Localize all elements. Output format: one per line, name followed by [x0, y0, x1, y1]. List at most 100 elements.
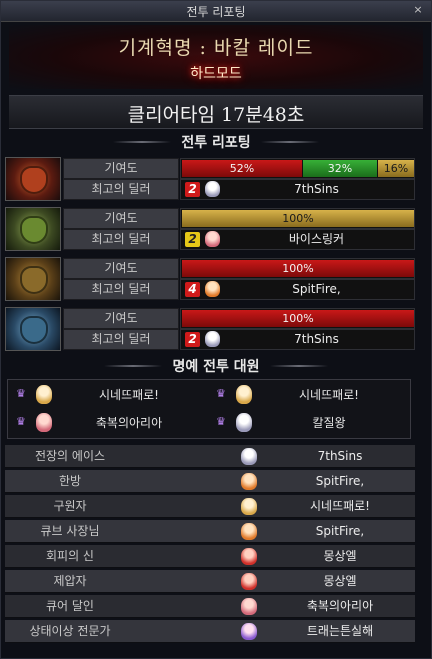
- award-row[interactable]: 상태이상 전문가 트래는튼실해: [5, 620, 415, 643]
- member-name: 축복의아리아: [95, 416, 163, 430]
- character-avatar: [241, 573, 257, 590]
- boss-phase-portrait: [5, 207, 61, 251]
- dealer-name: 7thSins: [294, 332, 339, 346]
- contribution-bar: 52% 32% 16%: [180, 158, 415, 179]
- contribution-segment: 100%: [182, 210, 414, 227]
- award-player: 시네뜨패로!: [309, 499, 370, 513]
- character-avatar: [241, 548, 257, 565]
- party-row: 기여도 100% 최고의 딜러 4 SpitFire,: [5, 257, 415, 303]
- award-row[interactable]: 제압자 몽상엘: [5, 570, 415, 593]
- window-title: 전투 리포팅: [186, 5, 246, 19]
- character-avatar: [36, 385, 52, 404]
- award-row[interactable]: 구원자 시네뜨패로!: [5, 495, 415, 518]
- boss-phase-portrait: [5, 307, 61, 351]
- ornament-right: [260, 140, 319, 143]
- best-dealer-cell: 2 7thSins: [180, 329, 415, 350]
- character-avatar: [205, 331, 220, 347]
- award-title: 회피의 신: [46, 549, 94, 563]
- difficulty-label: 하드모드: [190, 66, 242, 82]
- character-avatar: [205, 231, 220, 247]
- award-player: SpitFire,: [315, 474, 365, 488]
- honor-members-panel: ♛ 시네뜨패로! ♛ 시네뜨패로! ♛ 축복의아리아 ♛ 칼질왕: [7, 379, 411, 439]
- portrait-face: [20, 216, 48, 244]
- award-title: 구원자: [53, 499, 87, 513]
- crown-icon: ♛: [16, 387, 26, 400]
- contribution-segment: 32%: [303, 160, 377, 177]
- party-row: 기여도 100% 최고의 딜러 2 7thSins: [5, 307, 415, 353]
- character-avatar: [236, 413, 252, 432]
- award-row[interactable]: 큐어 달인 축복의아리아: [5, 595, 415, 618]
- title-bar[interactable]: 전투 리포팅 ×: [1, 1, 431, 22]
- boss-phase-portrait: [5, 157, 61, 201]
- award-player: 몽상엘: [323, 549, 357, 563]
- character-avatar: [36, 413, 52, 432]
- character-avatar: [241, 498, 257, 515]
- member-name: 시네뜨패로!: [98, 388, 159, 402]
- party-number-badge: 4: [185, 282, 200, 297]
- award-player: 7thSins: [317, 449, 363, 463]
- member-name: 시네뜨패로!: [298, 388, 359, 402]
- contribution-segment: 100%: [182, 260, 414, 277]
- character-avatar: [241, 448, 257, 465]
- portrait-face: [20, 316, 48, 344]
- award-player: 트래는튼실해: [306, 624, 374, 638]
- dealer-name: 바이스링커: [288, 232, 345, 246]
- contribution-label: 기여도: [63, 258, 179, 279]
- contribution-segment: 100%: [182, 310, 414, 327]
- award-row[interactable]: 큐브 사장님 SpitFire,: [5, 520, 415, 543]
- award-title: 큐어 달인: [46, 599, 94, 613]
- crown-icon: ♛: [16, 415, 26, 428]
- character-avatar: [205, 181, 220, 197]
- best-dealer-label: 최고의 딜러: [63, 229, 179, 250]
- character-avatar: [241, 523, 257, 540]
- portrait-face: [20, 166, 48, 194]
- raid-title: 기계혁명 : 바칼 레이드: [118, 37, 314, 59]
- contribution-label: 기여도: [63, 308, 179, 329]
- award-title: 한방: [58, 474, 82, 488]
- raid-header: 기계혁명 : 바칼 레이드 하드모드: [9, 25, 423, 89]
- award-row[interactable]: 전장의 에이스 7thSins: [5, 445, 415, 468]
- crown-icon: ♛: [216, 415, 226, 428]
- best-dealer-cell: 2 7thSins: [180, 179, 415, 200]
- honor-member[interactable]: ♛ 시네뜨패로!: [10, 383, 206, 407]
- honor-member[interactable]: ♛ 축복의아리아: [10, 411, 206, 435]
- award-title: 상태이상 전문가: [29, 624, 111, 638]
- contribution-label: 기여도: [63, 208, 179, 229]
- award-title: 큐브 사장님: [40, 524, 100, 538]
- party-number-badge: 2: [185, 182, 200, 197]
- close-icon[interactable]: ×: [411, 3, 425, 17]
- character-avatar: [205, 281, 220, 297]
- honor-member[interactable]: ♛ 시네뜨패로!: [210, 383, 406, 407]
- section-title: 명예 전투 대원: [172, 359, 260, 375]
- contribution-label: 기여도: [63, 158, 179, 179]
- award-row[interactable]: 회피의 신 몽상엘: [5, 545, 415, 568]
- award-player: 몽상엘: [323, 574, 357, 588]
- member-name: 칼질왕: [312, 416, 346, 430]
- character-avatar: [241, 623, 257, 640]
- contribution-bar: 100%: [180, 208, 415, 229]
- award-row[interactable]: 한방 SpitFire,: [5, 470, 415, 493]
- award-player: SpitFire,: [315, 524, 365, 538]
- party-number-badge: 2: [185, 232, 200, 247]
- honor-member[interactable]: ♛ 칼질왕: [210, 411, 406, 435]
- ornament-left: [104, 364, 163, 367]
- ornament-left: [113, 140, 172, 143]
- contribution-bar: 100%: [180, 258, 415, 279]
- award-player: 축복의아리아: [306, 599, 374, 613]
- dealer-name: 7thSins: [294, 182, 339, 196]
- boss-phase-portrait: [5, 257, 61, 301]
- award-title: 제압자: [53, 574, 87, 588]
- portrait-face: [20, 266, 48, 294]
- battle-report-heading: 전투 리포팅: [1, 131, 431, 151]
- contribution-bar: 100%: [180, 308, 415, 329]
- best-dealer-label: 최고의 딜러: [63, 329, 179, 350]
- best-dealer-label: 최고의 딜러: [63, 279, 179, 300]
- honor-heading: 명예 전투 대원: [1, 355, 431, 375]
- crown-icon: ♛: [216, 387, 226, 400]
- best-dealer-cell: 4 SpitFire,: [180, 279, 415, 300]
- battle-report-window: 전투 리포팅 × 기계혁명 : 바칼 레이드 하드모드 클리어타임 17분48초…: [0, 0, 432, 659]
- party-row: 기여도 100% 최고의 딜러 2 바이스링커: [5, 207, 415, 253]
- award-title: 전장의 에이스: [34, 449, 106, 463]
- character-avatar: [241, 473, 257, 490]
- party-row: 기여도 52% 32% 16% 최고의 딜러 2 7thSins: [5, 157, 415, 203]
